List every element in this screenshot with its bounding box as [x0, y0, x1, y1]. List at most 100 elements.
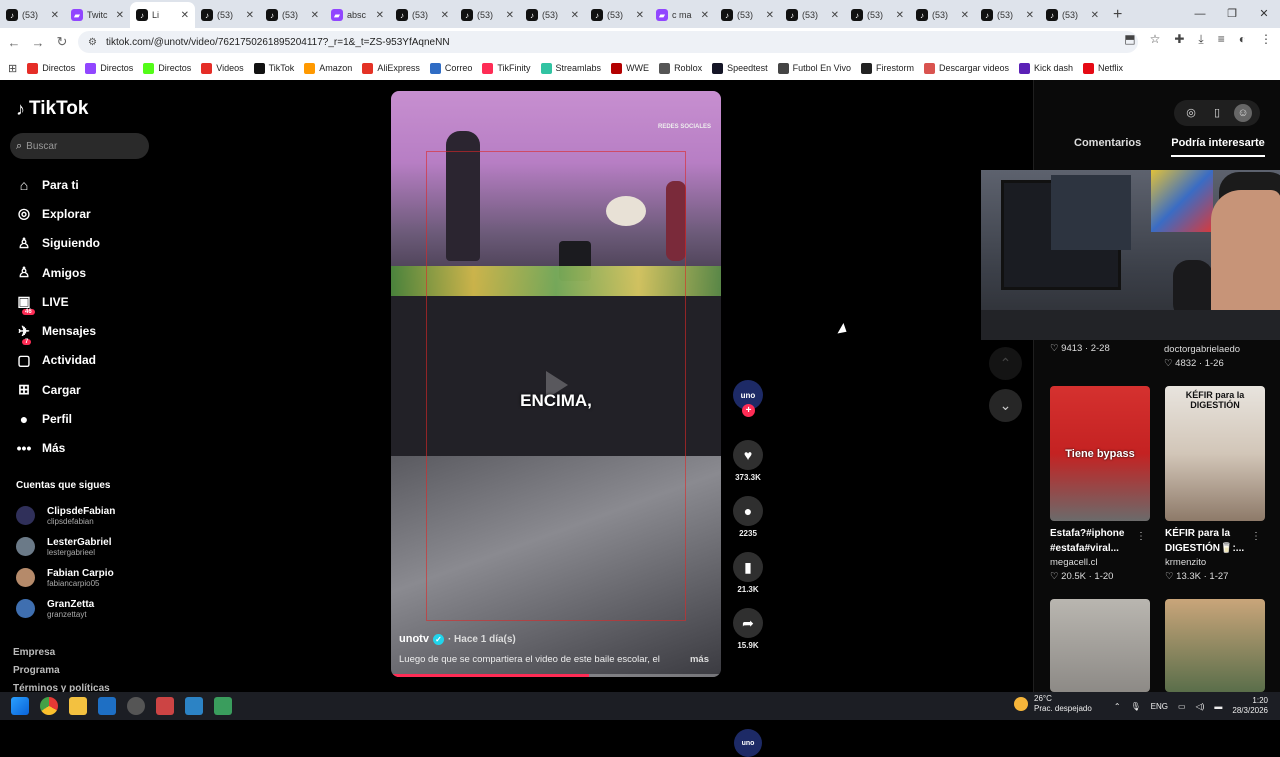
close-tab-icon[interactable]: ✕: [961, 10, 969, 21]
recommend-card[interactable]: [1165, 599, 1265, 692]
new-tab-button[interactable]: +: [1113, 6, 1122, 24]
windows-start-icon[interactable]: [11, 697, 29, 715]
more-link[interactable]: más: [690, 654, 709, 665]
close-tab-icon[interactable]: ✕: [831, 10, 839, 21]
browser-tab[interactable]: ♪ (53) ✕: [910, 2, 975, 28]
close-tab-icon[interactable]: ✕: [766, 10, 774, 21]
forward-icon[interactable]: →: [28, 35, 48, 50]
video-progress[interactable]: [391, 674, 721, 677]
nav-item-home[interactable]: ⌂ Para ti: [16, 170, 100, 199]
browser-tab[interactable]: ♪ (53) ✕: [455, 2, 520, 28]
clock[interactable]: 1:20 28/3/2026: [1232, 696, 1268, 716]
browser-tab[interactable]: ♪ (53) ✕: [260, 2, 325, 28]
footer-link[interactable]: Programa: [13, 662, 110, 680]
phone-icon[interactable]: ▯: [1208, 104, 1226, 122]
app-icon-2[interactable]: [156, 697, 174, 715]
nav-item-upload[interactable]: ⊞ Cargar: [16, 375, 100, 404]
bookmark-star-icon[interactable]: ☆: [1150, 32, 1161, 47]
sound-avatar[interactable]: uno: [734, 729, 762, 757]
following-item[interactable]: GranZetta granzettayt: [16, 593, 115, 624]
volume-icon[interactable]: ◁): [1196, 702, 1205, 711]
media-icon[interactable]: ≡: [1218, 32, 1225, 47]
search-input[interactable]: ⌕ Buscar: [10, 133, 149, 159]
nav-item-following[interactable]: ♙ Siguiendo: [16, 229, 100, 258]
browser-tab[interactable]: ♪ (53) ✕: [780, 2, 845, 28]
browser-tab[interactable]: ♪ (53) ✕: [1040, 2, 1105, 28]
browser-tab[interactable]: ♪ (53) ✕: [390, 2, 455, 28]
app-icon-3[interactable]: [185, 697, 203, 715]
close-tab-icon[interactable]: ✕: [51, 10, 59, 21]
share-button[interactable]: ➦ 15.9K: [732, 608, 764, 650]
apps-icon[interactable]: ⊞: [8, 62, 17, 75]
site-info-icon[interactable]: ⚙: [88, 37, 100, 48]
footer-link[interactable]: Empresa: [13, 644, 110, 662]
bookmark-item[interactable]: Speedtest: [712, 62, 768, 74]
minimize-icon[interactable]: —: [1184, 0, 1216, 28]
battery-icon[interactable]: ▬: [1214, 702, 1222, 711]
bookmark-item[interactable]: TikFinity: [482, 62, 531, 74]
network-icon[interactable]: ▭: [1178, 702, 1186, 711]
bookmark-item[interactable]: Directos: [85, 62, 133, 74]
bookmark-item[interactable]: Videos: [201, 62, 244, 74]
bookmark-item[interactable]: Streamlabs: [540, 62, 601, 74]
video-author[interactable]: unotv ✓ · Hace 1 día(s): [399, 633, 516, 645]
following-item[interactable]: Fabian Carpio fabiancarpio05: [16, 562, 115, 593]
close-tab-icon[interactable]: ✕: [376, 10, 384, 21]
next-video-button[interactable]: ⌄: [989, 389, 1022, 422]
browser-tab[interactable]: ♪ (53) ✕: [845, 2, 910, 28]
browser-tab[interactable]: ♪ (53) ✕: [585, 2, 650, 28]
browser-tab[interactable]: ♪ (53) ✕: [520, 2, 585, 28]
mic-icon[interactable]: 🎙: [1131, 702, 1141, 711]
close-tab-icon[interactable]: ✕: [246, 10, 254, 21]
browser-tab[interactable]: ▰ Twitc ✕: [65, 2, 130, 28]
footer-link[interactable]: Términos y políticas: [13, 680, 110, 692]
tab-comments[interactable]: Comentarios: [1074, 137, 1141, 157]
recommend-card[interactable]: ♡ 9413 · 2-28: [1050, 340, 1150, 354]
install-icon[interactable]: ⬒: [1124, 32, 1135, 47]
bookmark-item[interactable]: Kick dash: [1019, 62, 1073, 74]
close-tab-icon[interactable]: ✕: [506, 10, 514, 21]
bookmark-item[interactable]: Directos: [143, 62, 191, 74]
close-tab-icon[interactable]: ✕: [1091, 10, 1099, 21]
close-tab-icon[interactable]: ✕: [701, 10, 709, 21]
recommend-card[interactable]: KÉFIR para la DIGESTIÓN KÉFIR para la DI…: [1165, 386, 1265, 582]
extensions-icon[interactable]: ✚: [1174, 32, 1184, 47]
weather-widget[interactable]: 26°C Prac. despejado: [1014, 694, 1092, 714]
app-icon-4[interactable]: [214, 697, 232, 715]
video-player[interactable]: REDES SOCIALES ENCIMA, unotv ✓ · Hace 1 …: [391, 91, 721, 677]
bookmark-item[interactable]: Amazon: [304, 62, 352, 74]
tray-chevron-icon[interactable]: ⌃: [1114, 702, 1121, 711]
close-tab-icon[interactable]: ✕: [116, 10, 124, 21]
recommend-card[interactable]: [1050, 599, 1150, 692]
menu-icon[interactable]: ⋮: [1260, 32, 1272, 47]
nav-item-activity[interactable]: ▢ 7 Actividad: [16, 338, 100, 375]
bookmark-item[interactable]: Correo: [429, 62, 472, 74]
browser-tab[interactable]: ▰ c ma ✕: [650, 2, 715, 28]
browser-tab[interactable]: ♪ (53) ✕: [0, 2, 65, 28]
browser-tab[interactable]: ♪ (53) ✕: [195, 2, 260, 28]
browser-tab[interactable]: ♪ (53) ✕: [975, 2, 1040, 28]
previous-video-button[interactable]: ⌃: [989, 347, 1022, 380]
bookmark-item[interactable]: Firestorm: [860, 62, 914, 74]
following-item[interactable]: LesterGabriel lestergabrieel: [16, 531, 115, 562]
card-menu-icon[interactable]: ⋮: [1136, 531, 1146, 542]
browser-tab[interactable]: ♪ (53) ✕: [715, 2, 780, 28]
language-indicator[interactable]: ENG: [1151, 702, 1168, 711]
chrome-icon[interactable]: [40, 697, 58, 715]
close-tab-icon[interactable]: ✕: [896, 10, 904, 21]
bookmark-item[interactable]: Netflix: [1083, 62, 1123, 74]
save-button[interactable]: ▮ 21.3K: [732, 552, 764, 594]
comment-button[interactable]: ● 2235: [732, 496, 764, 538]
explore-icon[interactable]: ◎: [1182, 104, 1200, 122]
close-tab-icon[interactable]: ✕: [181, 10, 189, 21]
nav-item-friends[interactable]: ♙ Amigos: [16, 258, 100, 287]
bookmark-item[interactable]: Descargar videos: [923, 62, 1009, 74]
download-icon[interactable]: ⤓: [1198, 32, 1203, 47]
bookmark-item[interactable]: Directos: [27, 62, 75, 74]
close-tab-icon[interactable]: ✕: [441, 10, 449, 21]
browser-tab[interactable]: ▰ absc ✕: [325, 2, 390, 28]
browser-tab[interactable]: ♪ Li ✕: [130, 2, 195, 28]
vscode-icon[interactable]: [98, 697, 116, 715]
reload-icon[interactable]: ↻: [52, 34, 72, 50]
recommend-card[interactable]: Tiene bypass Estafa?#iphone #estafa#vira…: [1050, 386, 1150, 582]
